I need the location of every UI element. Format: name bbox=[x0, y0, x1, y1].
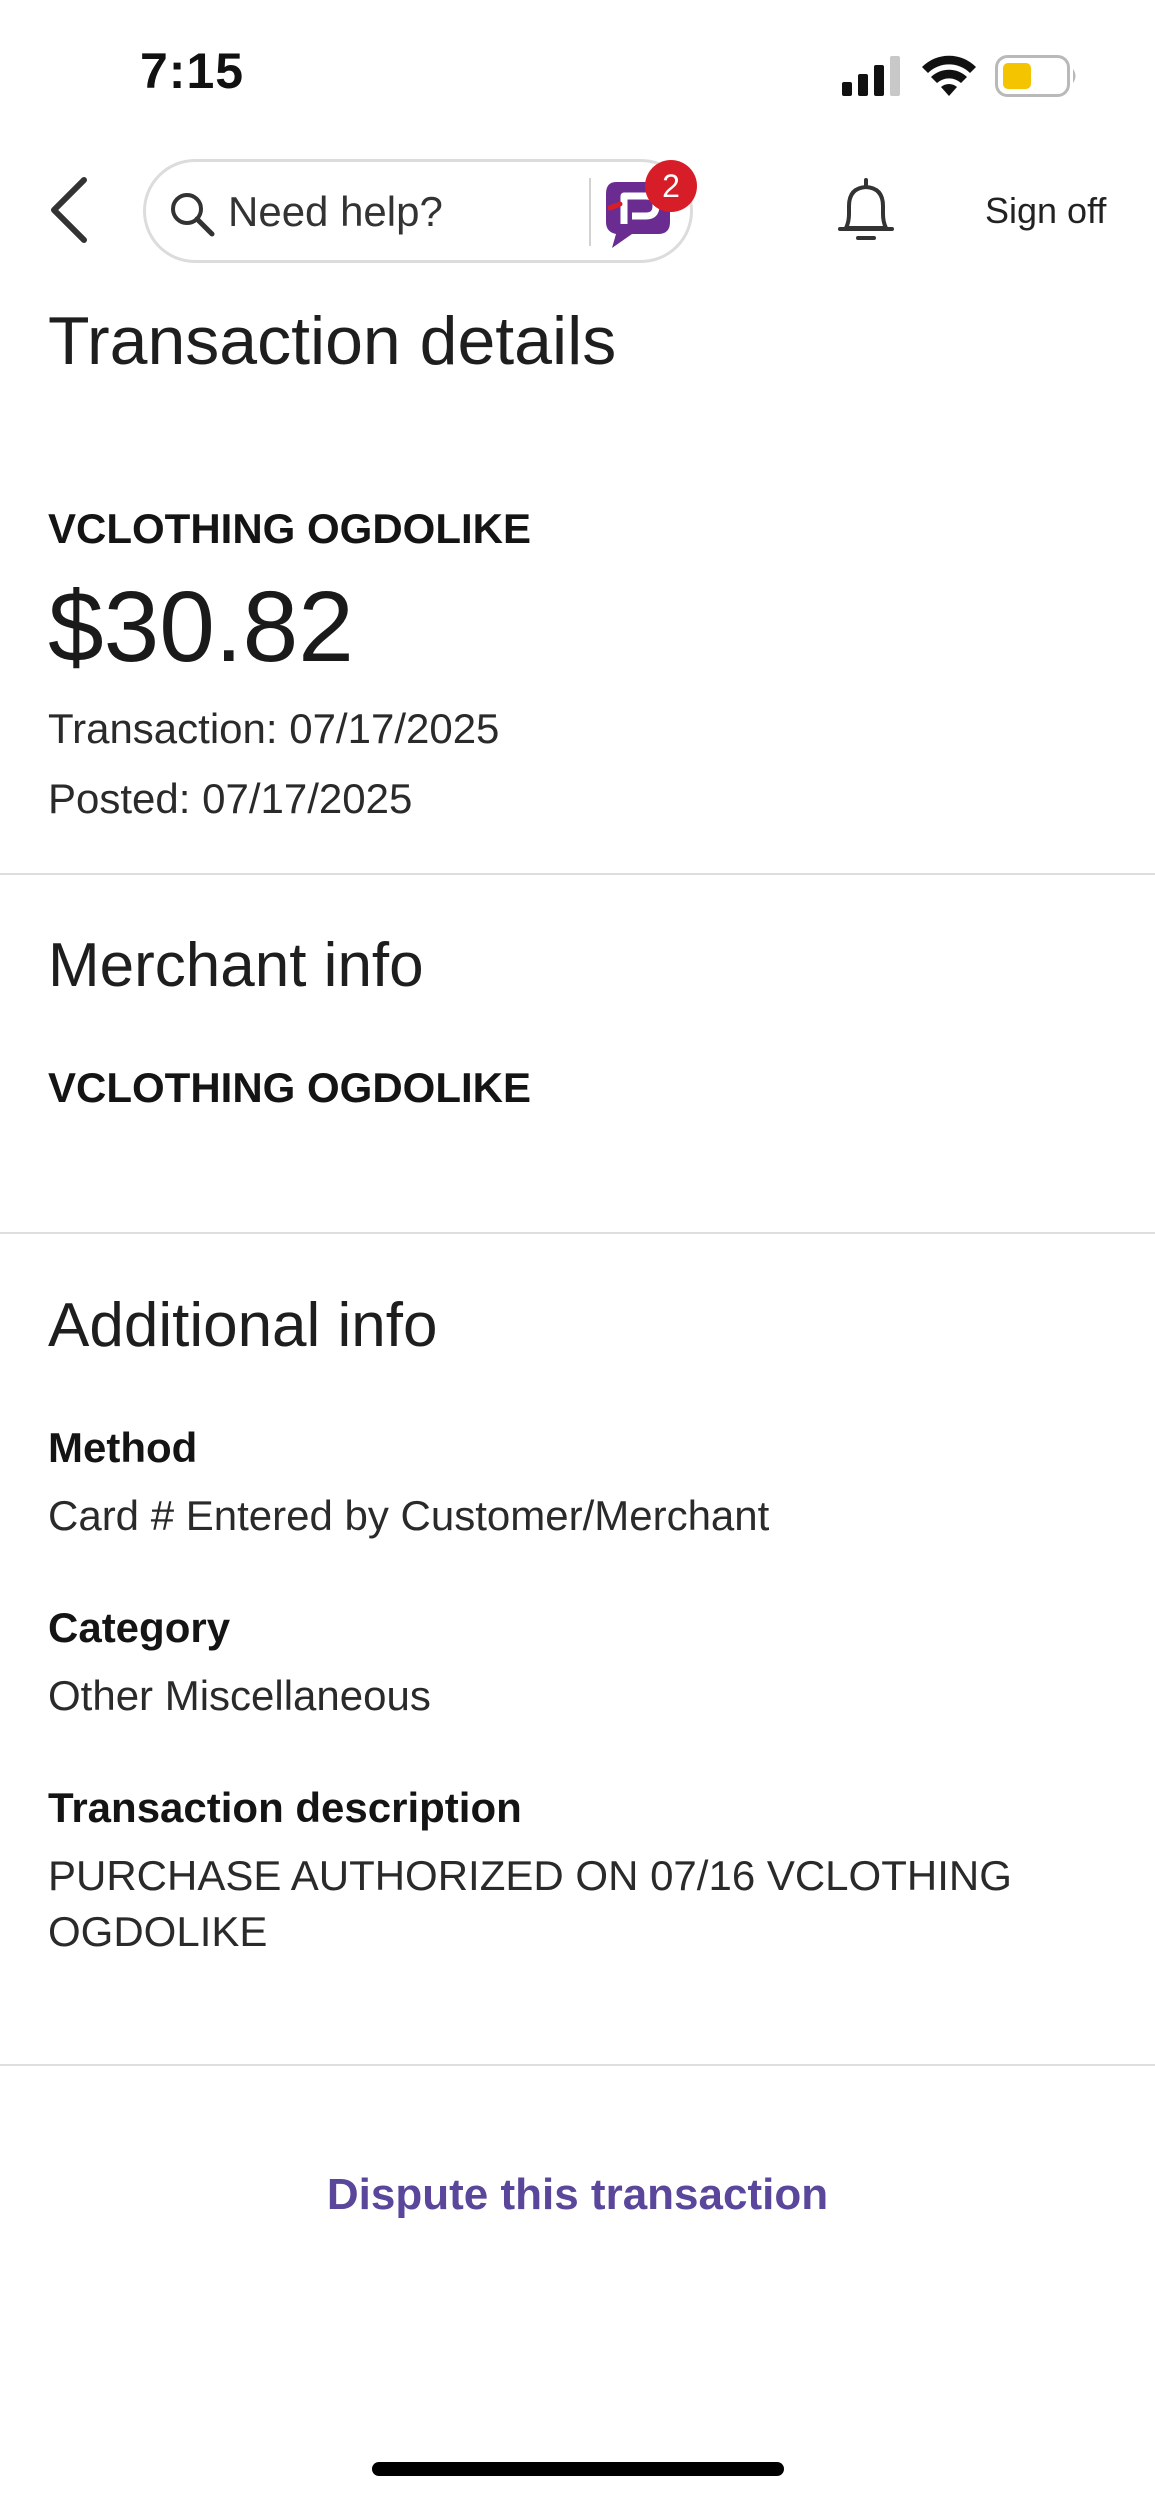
category-label: Category bbox=[48, 1604, 231, 1651]
transaction-description-value: PURCHASE AUTHORIZED ON 07/16 VCLOTHING O… bbox=[48, 1852, 1012, 1955]
cellular-signal-icon bbox=[842, 56, 900, 96]
posted-date: Posted: 07/17/2025 bbox=[48, 775, 413, 822]
search-icon bbox=[171, 193, 215, 237]
dispute-transaction-link[interactable]: Dispute this transaction bbox=[0, 2170, 1155, 2220]
transaction-details-screen: 7:15 Need help? Sign off 2 Transaction d… bbox=[0, 0, 1155, 2500]
additional-info-heading: Additional info bbox=[48, 1291, 438, 1360]
page-title: Transaction details bbox=[48, 303, 617, 379]
help-search-field[interactable]: Need help? bbox=[143, 159, 693, 263]
transaction-amount: $30.82 bbox=[48, 571, 354, 683]
wifi-icon bbox=[922, 55, 976, 96]
bell-icon[interactable] bbox=[836, 176, 896, 246]
section-divider bbox=[0, 2064, 1155, 2066]
transaction-description-label: Transaction description bbox=[48, 1784, 522, 1831]
status-time: 7:15 bbox=[140, 43, 245, 99]
method-label: Method bbox=[48, 1424, 198, 1471]
method-value: Card # Entered by Customer/Merchant bbox=[48, 1492, 770, 1539]
merchant-info-heading: Merchant info bbox=[48, 931, 424, 1000]
back-button[interactable] bbox=[40, 170, 100, 250]
home-indicator bbox=[372, 2462, 784, 2476]
top-navigation: Need help? Sign off bbox=[0, 150, 1155, 270]
search-divider bbox=[589, 178, 591, 246]
section-divider bbox=[0, 873, 1155, 875]
merchant-info-name: VCLOTHING OGDOLIKE bbox=[48, 1064, 531, 1111]
sign-off-link[interactable]: Sign off bbox=[985, 190, 1106, 232]
status-bar: 7:15 bbox=[0, 0, 1155, 140]
section-divider bbox=[0, 1232, 1155, 1234]
transaction-date: Transaction: 07/17/2025 bbox=[48, 705, 500, 752]
search-placeholder: Need help? bbox=[228, 188, 443, 235]
summary-merchant-name: VCLOTHING OGDOLIKE bbox=[48, 505, 531, 552]
category-value: Other Miscellaneous bbox=[48, 1672, 431, 1719]
assistant-notification-badge: 2 bbox=[645, 160, 697, 212]
battery-icon bbox=[995, 55, 1076, 97]
